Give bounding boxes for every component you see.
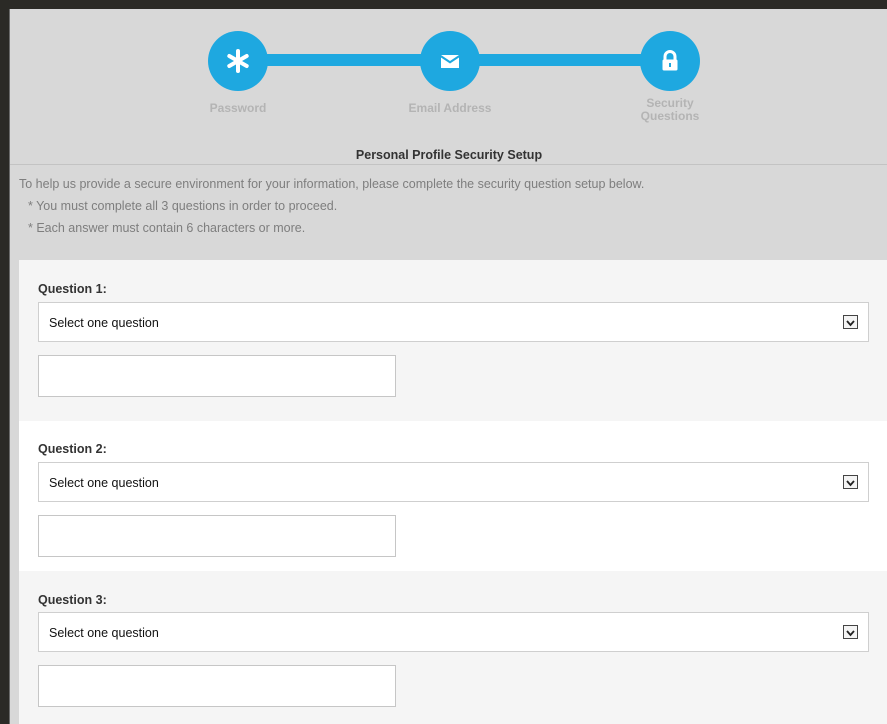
question-section-2: Question 2: Select one question xyxy=(19,421,887,571)
question-section-3: Question 3: Select one question xyxy=(19,571,887,724)
progress-stepper: Password Email Address Security Question… xyxy=(10,9,887,139)
question-2-select-value: Select one question xyxy=(49,476,159,490)
chevron-down-icon[interactable] xyxy=(843,475,858,489)
title-divider xyxy=(10,164,887,165)
step-email-address xyxy=(420,31,480,91)
step-label-password: Password xyxy=(178,102,298,115)
question-1-answer-input[interactable] xyxy=(38,355,396,397)
step-label-text: Password xyxy=(209,101,267,115)
chevron-down-icon[interactable] xyxy=(843,625,858,639)
question-1-select-value: Select one question xyxy=(49,316,159,330)
question-2-answer-input[interactable] xyxy=(38,515,396,557)
intro-text: To help us provide a secure environment … xyxy=(19,177,645,191)
question-label-2: Question 2: xyxy=(38,442,107,456)
question-2-select[interactable]: Select one question xyxy=(38,462,869,502)
requirement-bullet-2: * Each answer must contain 6 characters … xyxy=(28,221,306,235)
question-label-3: Question 3: xyxy=(38,593,107,607)
step-label-email-address: Email Address xyxy=(390,102,510,115)
asterisk-icon xyxy=(227,49,249,73)
lock-icon xyxy=(662,50,678,71)
question-3-select[interactable]: Select one question xyxy=(38,612,869,652)
question-3-select-value: Select one question xyxy=(49,626,159,640)
question-section-1: Question 1: Select one question xyxy=(19,260,887,421)
step-security-questions xyxy=(640,31,700,91)
chevron-down-icon[interactable] xyxy=(843,315,858,329)
requirement-bullet-1: * You must complete all 3 questions in o… xyxy=(28,199,338,213)
step-label-security-questions: Security Questions xyxy=(610,97,730,123)
step-label-text-line2: Questions xyxy=(640,109,700,123)
question-1-select[interactable]: Select one question xyxy=(38,302,869,342)
step-label-text: Email Address xyxy=(408,101,492,115)
step-password xyxy=(208,31,268,91)
question-3-answer-input[interactable] xyxy=(38,665,396,707)
envelope-icon xyxy=(441,55,459,68)
question-label-1: Question 1: xyxy=(38,282,107,296)
security-setup-dialog: Password Email Address Security Question… xyxy=(9,9,887,724)
page-title: Personal Profile Security Setup xyxy=(355,148,543,162)
